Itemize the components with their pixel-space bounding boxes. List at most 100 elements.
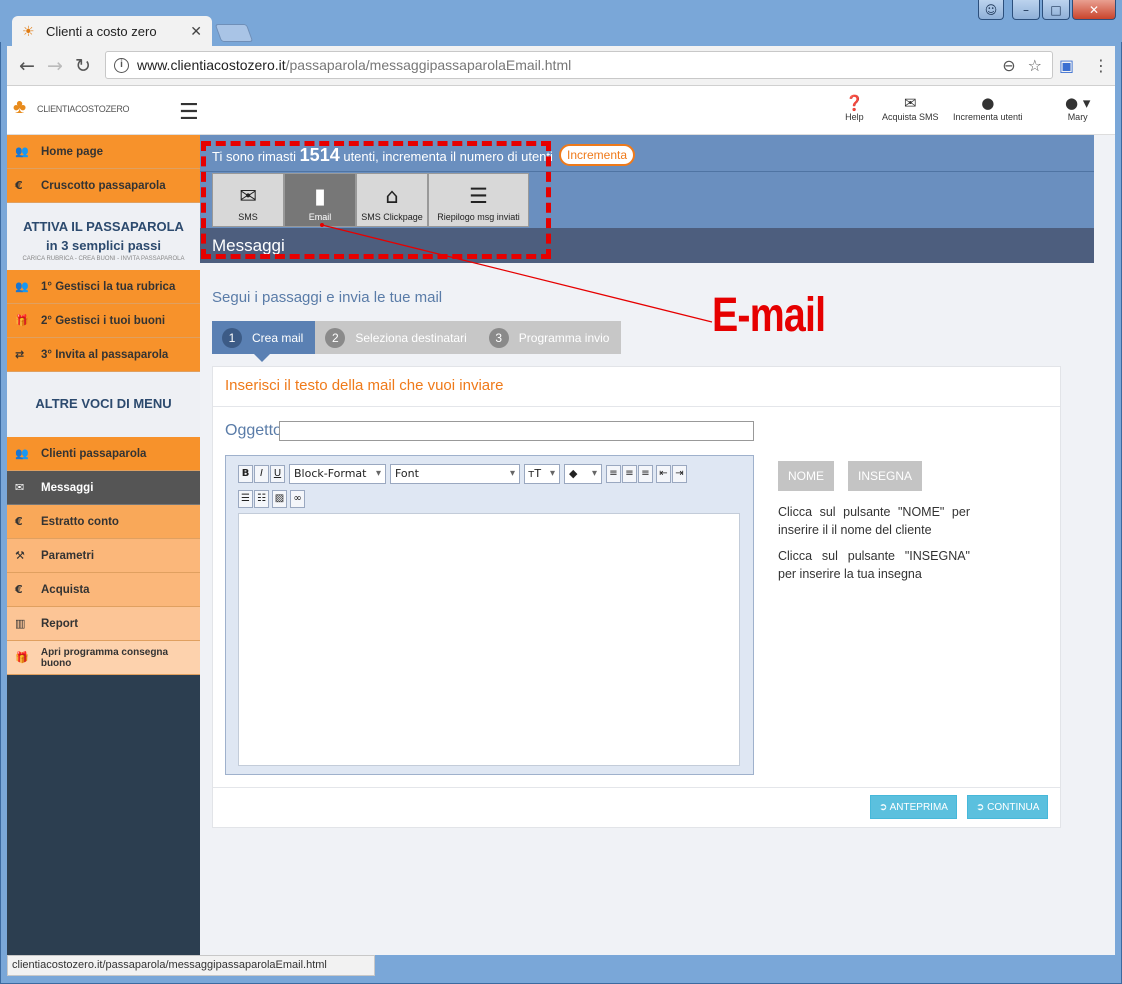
url-path: /passaparola/messaggipassaparolaEmail.ht… (285, 57, 572, 73)
tools-icon: ⚒ (15, 549, 25, 562)
euro-icon: € (15, 515, 23, 528)
header-help[interactable]: ❓ Help (845, 94, 864, 122)
subject-input[interactable] (279, 421, 754, 441)
incrementa-button[interactable]: Incrementa (559, 144, 636, 166)
presentation-icon: ⌂ (385, 184, 399, 208)
browser-tab[interactable]: ☀ Clienti a costo zero ✕ (12, 16, 212, 46)
menu-dots-icon[interactable]: ⋮ (1093, 56, 1109, 75)
sidebar-item-label: Cruscotto passaparola (41, 179, 166, 192)
font-select[interactable]: Font (390, 464, 520, 484)
window-user-icon[interactable]: ☺ (978, 0, 1004, 20)
sidebar-item-home[interactable]: 👥 Home page (7, 135, 200, 169)
continue-icon: ➲ (976, 802, 988, 813)
step-programma-invio[interactable]: 3 Programma invio (478, 321, 622, 354)
insegna-help-text: Clicca sul pulsante "INSEGNA" per inseri… (778, 549, 970, 581)
status-bar: clientiacostozero.it/passaparola/messagg… (7, 955, 375, 976)
sidebar-item-messaggi[interactable]: ✉ Messaggi (7, 471, 200, 505)
header-incrementa-utenti-label: Incrementa utenti (953, 112, 1023, 122)
users-icon: 👥 (15, 447, 29, 460)
indent-icon[interactable]: ⇥ (672, 465, 687, 483)
hamburger-menu-icon[interactable]: ☰ (179, 100, 199, 125)
reload-icon[interactable]: ↻ (75, 55, 91, 77)
card-footer: ➲ ANTEPRIMA ➲ CONTINUA (213, 787, 1060, 827)
align-right-icon[interactable]: ≡ (638, 465, 653, 483)
close-window-button[interactable]: ✕ (1072, 0, 1116, 20)
tab-riepilogo[interactable]: ☰ Riepilogo msg inviati (428, 173, 529, 227)
sidebar-item-rubrica[interactable]: 👥 1° Gestisci la tua rubrica (7, 270, 200, 304)
bold-button[interactable]: B (238, 465, 253, 483)
underline-button[interactable]: U (270, 465, 285, 483)
tab-sms-clickpage[interactable]: ⌂ SMS Clickpage (356, 173, 428, 227)
tab-sms[interactable]: ✉ SMS (212, 173, 284, 227)
sidebar-item-label: 2° Gestisci i tuoi buoni (41, 314, 166, 327)
bookmark-star-icon[interactable]: ☆ (1028, 56, 1042, 75)
numbered-list-icon[interactable]: ☷ (254, 490, 269, 508)
sidebar-item-buoni[interactable]: 🎁 2° Gestisci i tuoi buoni (7, 304, 200, 338)
envelope-icon: ✉ (903, 94, 917, 112)
editor-toolbar-row1: B I U Block-Format Font тT ◆ ≡ ≡ ≡ ⇤ ⇥ (238, 464, 688, 484)
step-crea-mail[interactable]: 1 Crea mail (212, 321, 316, 362)
align-center-icon[interactable]: ≡ (622, 465, 637, 483)
tab-label: SMS (238, 212, 258, 222)
logo[interactable]: ♣ CLIENTIACOSTOZERO (13, 96, 130, 122)
back-icon[interactable]: ← (19, 55, 35, 77)
header-incrementa-utenti[interactable]: ● Incrementa utenti (953, 94, 1023, 122)
block-format-select[interactable]: Block-Format (289, 464, 386, 484)
continua-button[interactable]: ➲ CONTINUA (967, 795, 1049, 819)
outdent-icon[interactable]: ⇤ (656, 465, 671, 483)
placeholder-buttons: NOME INSEGNA Clicca sul pulsante "NOME" p… (778, 461, 978, 583)
tab-close-icon[interactable]: ✕ (190, 23, 202, 40)
users-icon: 👥 (15, 280, 29, 293)
window-controls: ☺ – □ ✕ (978, 0, 1116, 20)
sidebar-item-label: 1° Gestisci la tua rubrica (41, 280, 176, 293)
link-icon[interactable]: ∞ (290, 490, 305, 508)
tab-label: Email (308, 212, 332, 222)
bullet-list-icon[interactable]: ☰ (238, 490, 253, 508)
tab-title: Clienti a costo zero (46, 23, 157, 39)
sidebar-item-programma[interactable]: 🎁 Apri programma consegna buono (7, 641, 200, 675)
nome-button[interactable]: NOME (778, 461, 834, 491)
sidebar-item-estratto[interactable]: € Estratto conto (7, 505, 200, 539)
sidebar-item-report[interactable]: ▥ Report (7, 607, 200, 641)
new-tab-button[interactable] (214, 24, 254, 42)
document-icon: ☰ (469, 184, 488, 208)
header-acquista-sms[interactable]: ✉ Acquista SMS (882, 94, 939, 122)
italic-button[interactable]: I (254, 465, 269, 483)
sidebar-item-label: Estratto conto (41, 515, 119, 528)
user-dropdown-icon: ● ▾ (1065, 94, 1091, 112)
extension-icon[interactable]: ▣ (1059, 56, 1074, 75)
url-input[interactable]: i www.clientiacostozero.it/passaparola/m… (105, 51, 1053, 79)
paint-bucket-icon: ◆ (569, 467, 578, 480)
header-user-menu[interactable]: ● ▾ Mary (1065, 94, 1090, 122)
minimize-button[interactable]: – (1012, 0, 1040, 20)
users-icon: 👥 (15, 145, 29, 158)
sidebar-item-clienti[interactable]: 👥 Clienti passaparola (7, 437, 200, 471)
bar-chart-icon: ▥ (15, 617, 26, 630)
font-size-select[interactable]: тT (524, 464, 560, 484)
align-left-icon[interactable]: ≡ (606, 465, 621, 483)
forward-icon[interactable]: → (47, 55, 63, 77)
step-seleziona-destinatari[interactable]: 2 Seleziona destinatari (315, 321, 479, 354)
sidebar-item-invita[interactable]: ⇄ 3° Invita al passaparola (7, 338, 200, 372)
sidebar-item-label: Clienti passaparola (41, 447, 147, 460)
info-icon[interactable]: i (114, 57, 129, 73)
euro-icon: € (15, 583, 23, 596)
sidebar-item-parametri[interactable]: ⚒ Parametri (7, 539, 200, 573)
mail-form-card: Inserisci il testo della mail che vuoi i… (212, 366, 1061, 828)
sidebar-item-label: Apri programma consegna buono (40, 646, 169, 669)
tab-email[interactable]: ▮ Email (284, 173, 356, 227)
fill-color-select[interactable]: ◆ (564, 464, 602, 484)
maximize-button[interactable]: □ (1042, 0, 1070, 20)
sidebar-item-cruscotto[interactable]: € Cruscotto passaparola (7, 169, 200, 203)
anteprima-button[interactable]: ➲ ANTEPRIMA (870, 795, 957, 819)
insegna-button[interactable]: INSEGNA (848, 461, 923, 491)
sidebar-item-acquista[interactable]: € Acquista (7, 573, 200, 607)
zoom-icon[interactable]: ⊖ (1002, 56, 1015, 75)
step-number: 3 (488, 327, 509, 348)
main-content: Ti sono rimasti 1514 utenti, incrementa … (200, 135, 1115, 955)
rich-text-editor: B I U Block-Format Font тT ◆ ≡ ≡ ≡ ⇤ ⇥ ☰… (225, 455, 754, 775)
user-icon: ● (981, 94, 995, 112)
file-icon: ▮ (314, 184, 326, 208)
image-icon[interactable]: ▨ (272, 490, 287, 508)
editor-content[interactable] (238, 513, 740, 766)
